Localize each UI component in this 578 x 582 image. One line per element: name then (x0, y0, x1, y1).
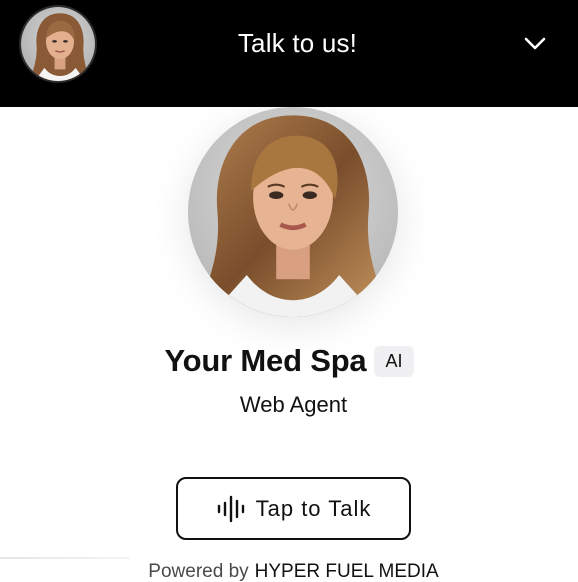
header-title: Talk to us! (237, 28, 358, 58)
footer-divider (0, 557, 130, 559)
ai-badge: AI (374, 345, 414, 377)
agent-avatar (188, 107, 398, 317)
chevron-down-icon (524, 37, 546, 50)
audio-waveform-icon (217, 495, 244, 522)
widget-header: Talk to us! (0, 0, 578, 107)
powered-by: Powered by HYPER FUEL MEDIA (0, 561, 578, 582)
tap-to-talk-label: Tap to Talk (255, 495, 372, 521)
agent-role: Web Agent (239, 392, 348, 417)
tap-to-talk-button[interactable]: Tap to Talk (176, 477, 411, 540)
agent-name: Your Med Spa (164, 343, 367, 378)
powered-by-prefix: Powered by (148, 561, 249, 582)
collapse-button[interactable] (519, 28, 551, 60)
powered-by-brand-link[interactable]: HYPER FUEL MEDIA (255, 561, 439, 582)
agent-name-row: Your Med Spa AI (0, 343, 578, 379)
agent-portrait-icon (188, 107, 398, 317)
